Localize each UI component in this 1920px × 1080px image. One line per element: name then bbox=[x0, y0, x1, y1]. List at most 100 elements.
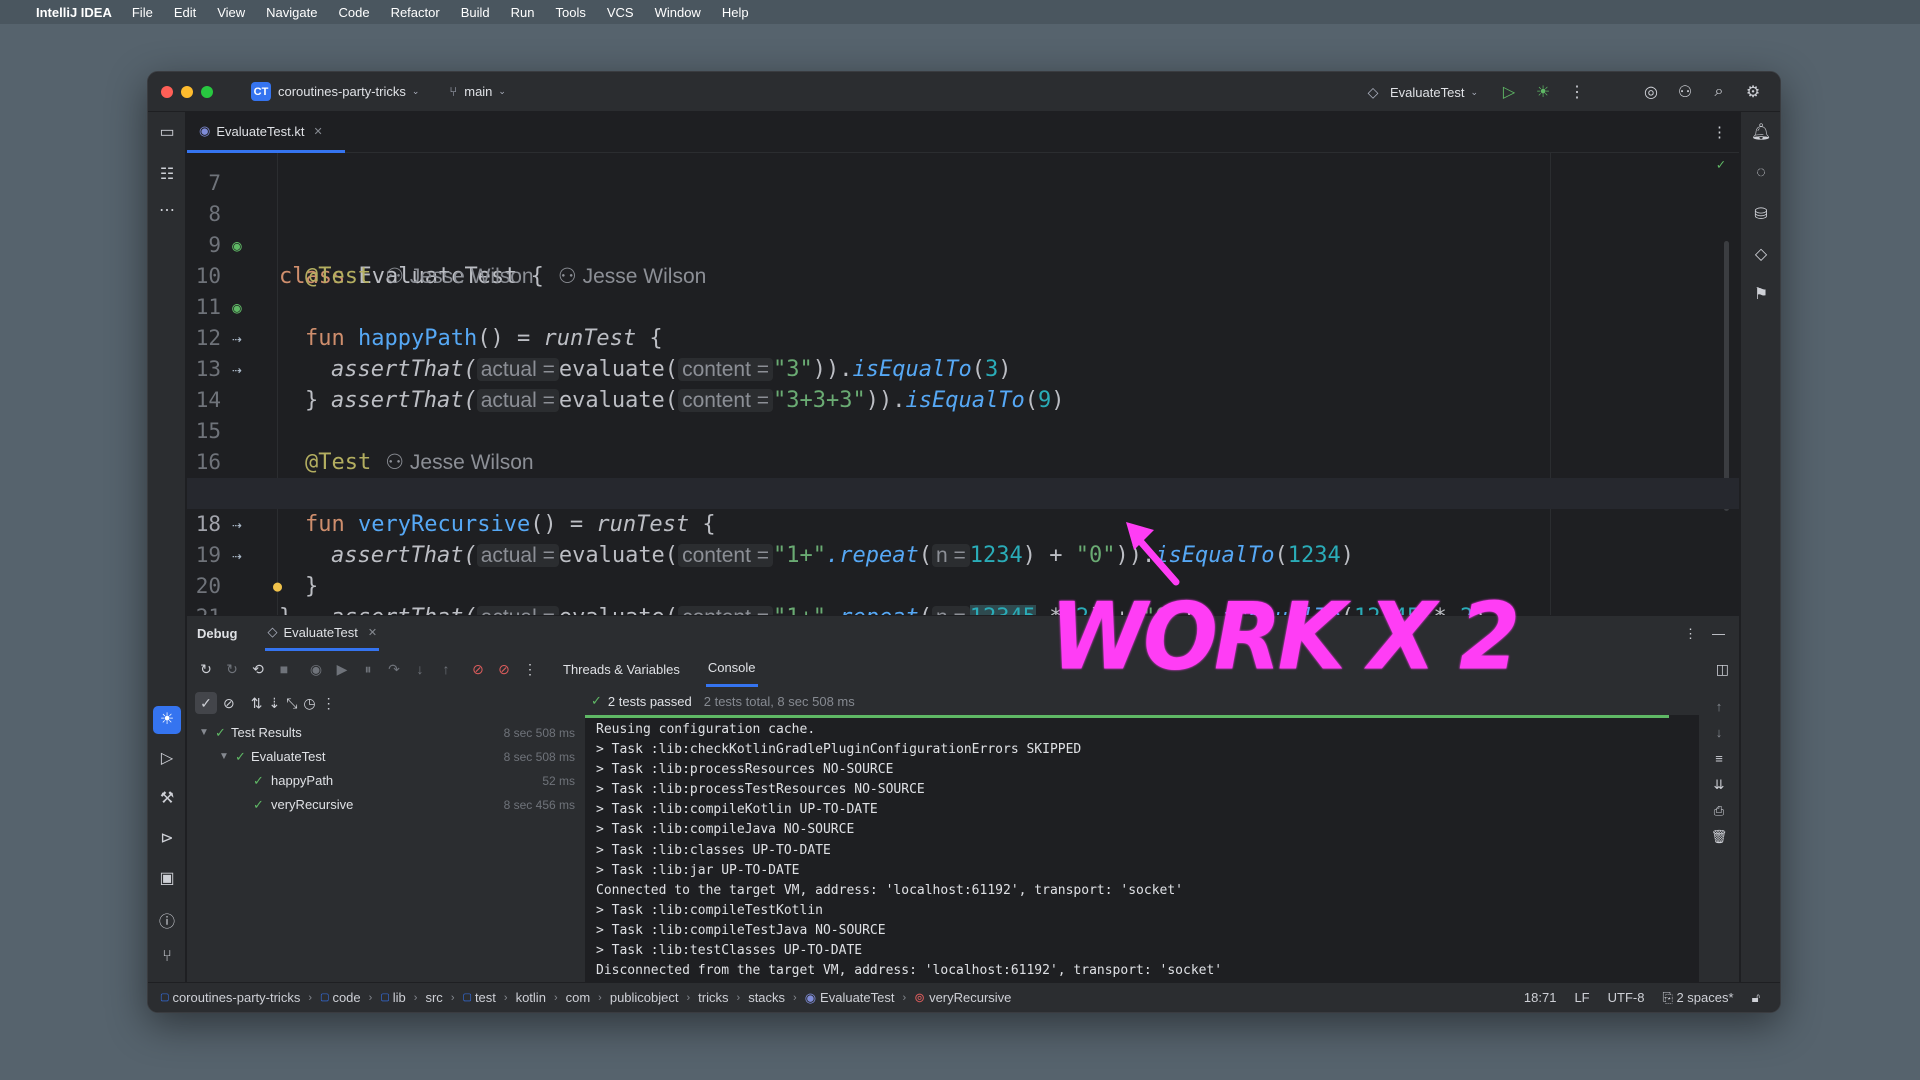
show-ignored-icon[interactable]: ⊘ bbox=[223, 695, 235, 712]
services-icon[interactable]: ⊳ bbox=[148, 828, 186, 848]
rerun-failed-icon[interactable]: ↻ bbox=[219, 661, 245, 678]
tab-threads-variables[interactable]: Threads & Variables bbox=[561, 651, 682, 687]
stop-icon[interactable]: ■ bbox=[271, 661, 297, 677]
build-hammer-icon[interactable]: ⚒ bbox=[148, 788, 186, 808]
breadcrumb-item[interactable]: ▢ code › bbox=[320, 990, 380, 1005]
notifications-bell-icon[interactable]: 🔔︎ bbox=[1741, 122, 1780, 142]
menu-window[interactable]: Window bbox=[655, 5, 701, 20]
menu-navigate[interactable]: Navigate bbox=[266, 5, 317, 20]
line-separator[interactable]: LF bbox=[1574, 990, 1589, 1005]
rerun-icon[interactable]: ↻ bbox=[193, 661, 219, 678]
breadcrumb-item[interactable]: com › bbox=[566, 990, 610, 1005]
scroll-up-icon[interactable]: ↑ bbox=[1699, 699, 1739, 714]
gear-icon[interactable]: ⚙ bbox=[1736, 82, 1770, 102]
test-tree-root[interactable]: ▼ ✓ Test Results 8 sec 508 ms bbox=[187, 721, 585, 745]
menu-help[interactable]: Help bbox=[722, 5, 749, 20]
history-icon[interactable]: ◷ bbox=[303, 695, 315, 712]
caret-position[interactable]: 18:71 bbox=[1524, 990, 1557, 1005]
console-output[interactable]: Reusing configuration cache. > Task :lib:… bbox=[585, 720, 1699, 981]
close-icon[interactable]: ✕ bbox=[314, 125, 323, 138]
import-tests-icon[interactable]: ⇣ bbox=[268, 695, 280, 712]
breadcrumb-item[interactable]: src › bbox=[425, 990, 462, 1005]
close-window-button[interactable] bbox=[161, 85, 173, 98]
sort-icon[interactable]: ⇅ bbox=[251, 695, 263, 712]
breadcrumb-item[interactable]: tricks › bbox=[698, 990, 748, 1005]
problems-icon[interactable]: ⓘ bbox=[148, 908, 186, 932]
ai-assistant-icon[interactable]: ◎ bbox=[1634, 82, 1668, 102]
soft-wrap-icon[interactable]: ≡ bbox=[1699, 751, 1739, 766]
search-icon[interactable]: ⌕ bbox=[1702, 83, 1736, 101]
indent-setting[interactable]: ⎘ 2 spaces* bbox=[1662, 990, 1733, 1006]
code-editor[interactable]: ✓ 7 8 ◉ class EvaluateTest {⚇ Jesse Wils… bbox=[187, 153, 1739, 615]
view-breakpoints-icon[interactable]: ◉ bbox=[303, 661, 329, 678]
debug-icon[interactable]: ☀ bbox=[1526, 82, 1560, 102]
structure-icon[interactable]: ☷ bbox=[148, 164, 186, 184]
editor-tab-evaluatetest[interactable]: ◉ EvaluateTest.kt ✕ bbox=[187, 112, 345, 153]
run-icon[interactable]: ▷ bbox=[1492, 82, 1526, 102]
chevron-down-icon[interactable]: ▼ bbox=[219, 745, 229, 769]
branch-selector[interactable]: main bbox=[464, 84, 492, 99]
run-tool-icon[interactable]: ▷ bbox=[148, 748, 186, 768]
gradle-icon[interactable]: ◇ bbox=[1741, 244, 1780, 264]
step-over-icon[interactable]: ↷ bbox=[381, 661, 407, 678]
menu-view[interactable]: View bbox=[217, 5, 245, 20]
breakpoints-icon[interactable]: ⊘ bbox=[465, 661, 491, 678]
test-tree-class[interactable]: ▼ ✓ EvaluateTest 8 sec 508 ms bbox=[187, 745, 585, 769]
scroll-to-end-icon[interactable]: ⇊ bbox=[1699, 777, 1739, 793]
terminal-icon[interactable]: ▣ bbox=[148, 868, 186, 888]
minimize-window-button[interactable] bbox=[181, 85, 193, 98]
lock-icon[interactable]: 🔓︎ bbox=[1752, 990, 1760, 1006]
debug-options-icon[interactable]: ⋮ bbox=[1684, 626, 1697, 642]
mute-breakpoints-icon[interactable]: ⊘ bbox=[491, 661, 517, 678]
breadcrumb-item[interactable]: publicobject › bbox=[610, 990, 698, 1005]
step-out-icon[interactable]: ↑ bbox=[433, 661, 459, 677]
ai-chat-icon[interactable]: ◌ bbox=[1741, 164, 1780, 182]
breadcrumb-item[interactable]: ◉ EvaluateTest › bbox=[805, 990, 914, 1006]
menu-run[interactable]: Run bbox=[511, 5, 535, 20]
more-actions-icon[interactable]: ⋮ bbox=[1560, 82, 1594, 102]
layout-icon[interactable]: ◫ bbox=[1716, 661, 1729, 678]
tab-options-icon[interactable]: ⋮ bbox=[1712, 123, 1727, 141]
print-icon[interactable]: ⎙ bbox=[1699, 803, 1739, 819]
breadcrumb-item[interactable]: ▢ test › bbox=[462, 990, 515, 1005]
breadcrumb-item[interactable]: ▢ lib › bbox=[380, 990, 425, 1005]
menu-build[interactable]: Build bbox=[461, 5, 490, 20]
test-tree-method[interactable]: ✓ happyPath 52 ms bbox=[187, 769, 585, 793]
project-badge[interactable]: CT bbox=[251, 82, 271, 101]
bookmarks-icon[interactable]: ⚑ bbox=[1741, 284, 1780, 304]
debug-tool-icon[interactable]: ☀ bbox=[153, 706, 181, 734]
breadcrumb-item[interactable]: stacks › bbox=[748, 990, 805, 1005]
test-tree-method[interactable]: ✓ veryRecursive 8 sec 456 ms bbox=[187, 793, 585, 817]
menu-edit[interactable]: Edit bbox=[174, 5, 196, 20]
breadcrumb-item[interactable]: ▢ coroutines-party-tricks › bbox=[160, 990, 320, 1005]
add-user-icon[interactable]: ⚇ bbox=[1668, 82, 1702, 102]
menu-refactor[interactable]: Refactor bbox=[391, 5, 440, 20]
project-selector[interactable]: coroutines-party-tricks bbox=[278, 84, 406, 99]
zoom-window-button[interactable] bbox=[201, 85, 213, 98]
database-icon[interactable]: ⛁ bbox=[1741, 204, 1780, 224]
git-icon[interactable]: ⑂ bbox=[148, 948, 186, 966]
breadcrumb-item[interactable]: ⊚ veryRecursive bbox=[914, 990, 1011, 1006]
debug-session-tab[interactable]: ◇ EvaluateTest ✕ bbox=[265, 616, 380, 651]
collapse-icon[interactable]: ⤡ bbox=[286, 695, 297, 712]
minimize-panel-icon[interactable]: — bbox=[1712, 626, 1725, 641]
more-tools-icon[interactable]: ⋯ bbox=[148, 200, 186, 220]
close-icon[interactable]: ✕ bbox=[368, 626, 377, 639]
scroll-down-icon[interactable]: ↓ bbox=[1699, 725, 1739, 740]
pause-icon[interactable]: ⏸ bbox=[355, 661, 381, 678]
console-pane[interactable]: ✓ 2 tests passed 2 tests total, 8 sec 50… bbox=[585, 687, 1739, 982]
more-debug-icon[interactable]: ⋮ bbox=[517, 661, 543, 678]
menu-tools[interactable]: Tools bbox=[555, 5, 585, 20]
step-into-icon[interactable]: ↓ bbox=[407, 661, 433, 677]
project-folder-icon[interactable]: ▭ bbox=[148, 122, 186, 142]
more-test-options-icon[interactable]: ⋮ bbox=[322, 695, 336, 712]
resume-icon[interactable]: ▶ bbox=[329, 661, 355, 678]
chevron-down-icon[interactable]: ▼ bbox=[199, 721, 209, 745]
show-passed-icon[interactable]: ✓ bbox=[195, 692, 217, 714]
trash-icon[interactable]: 🗑︎ bbox=[1699, 829, 1739, 845]
menu-file[interactable]: File bbox=[132, 5, 153, 20]
restart-icon[interactable]: ⟲ bbox=[245, 661, 271, 678]
tab-console[interactable]: Console bbox=[705, 651, 758, 687]
app-menu-name[interactable]: IntelliJ IDEA bbox=[36, 5, 112, 20]
menu-vcs[interactable]: VCS bbox=[607, 5, 634, 20]
